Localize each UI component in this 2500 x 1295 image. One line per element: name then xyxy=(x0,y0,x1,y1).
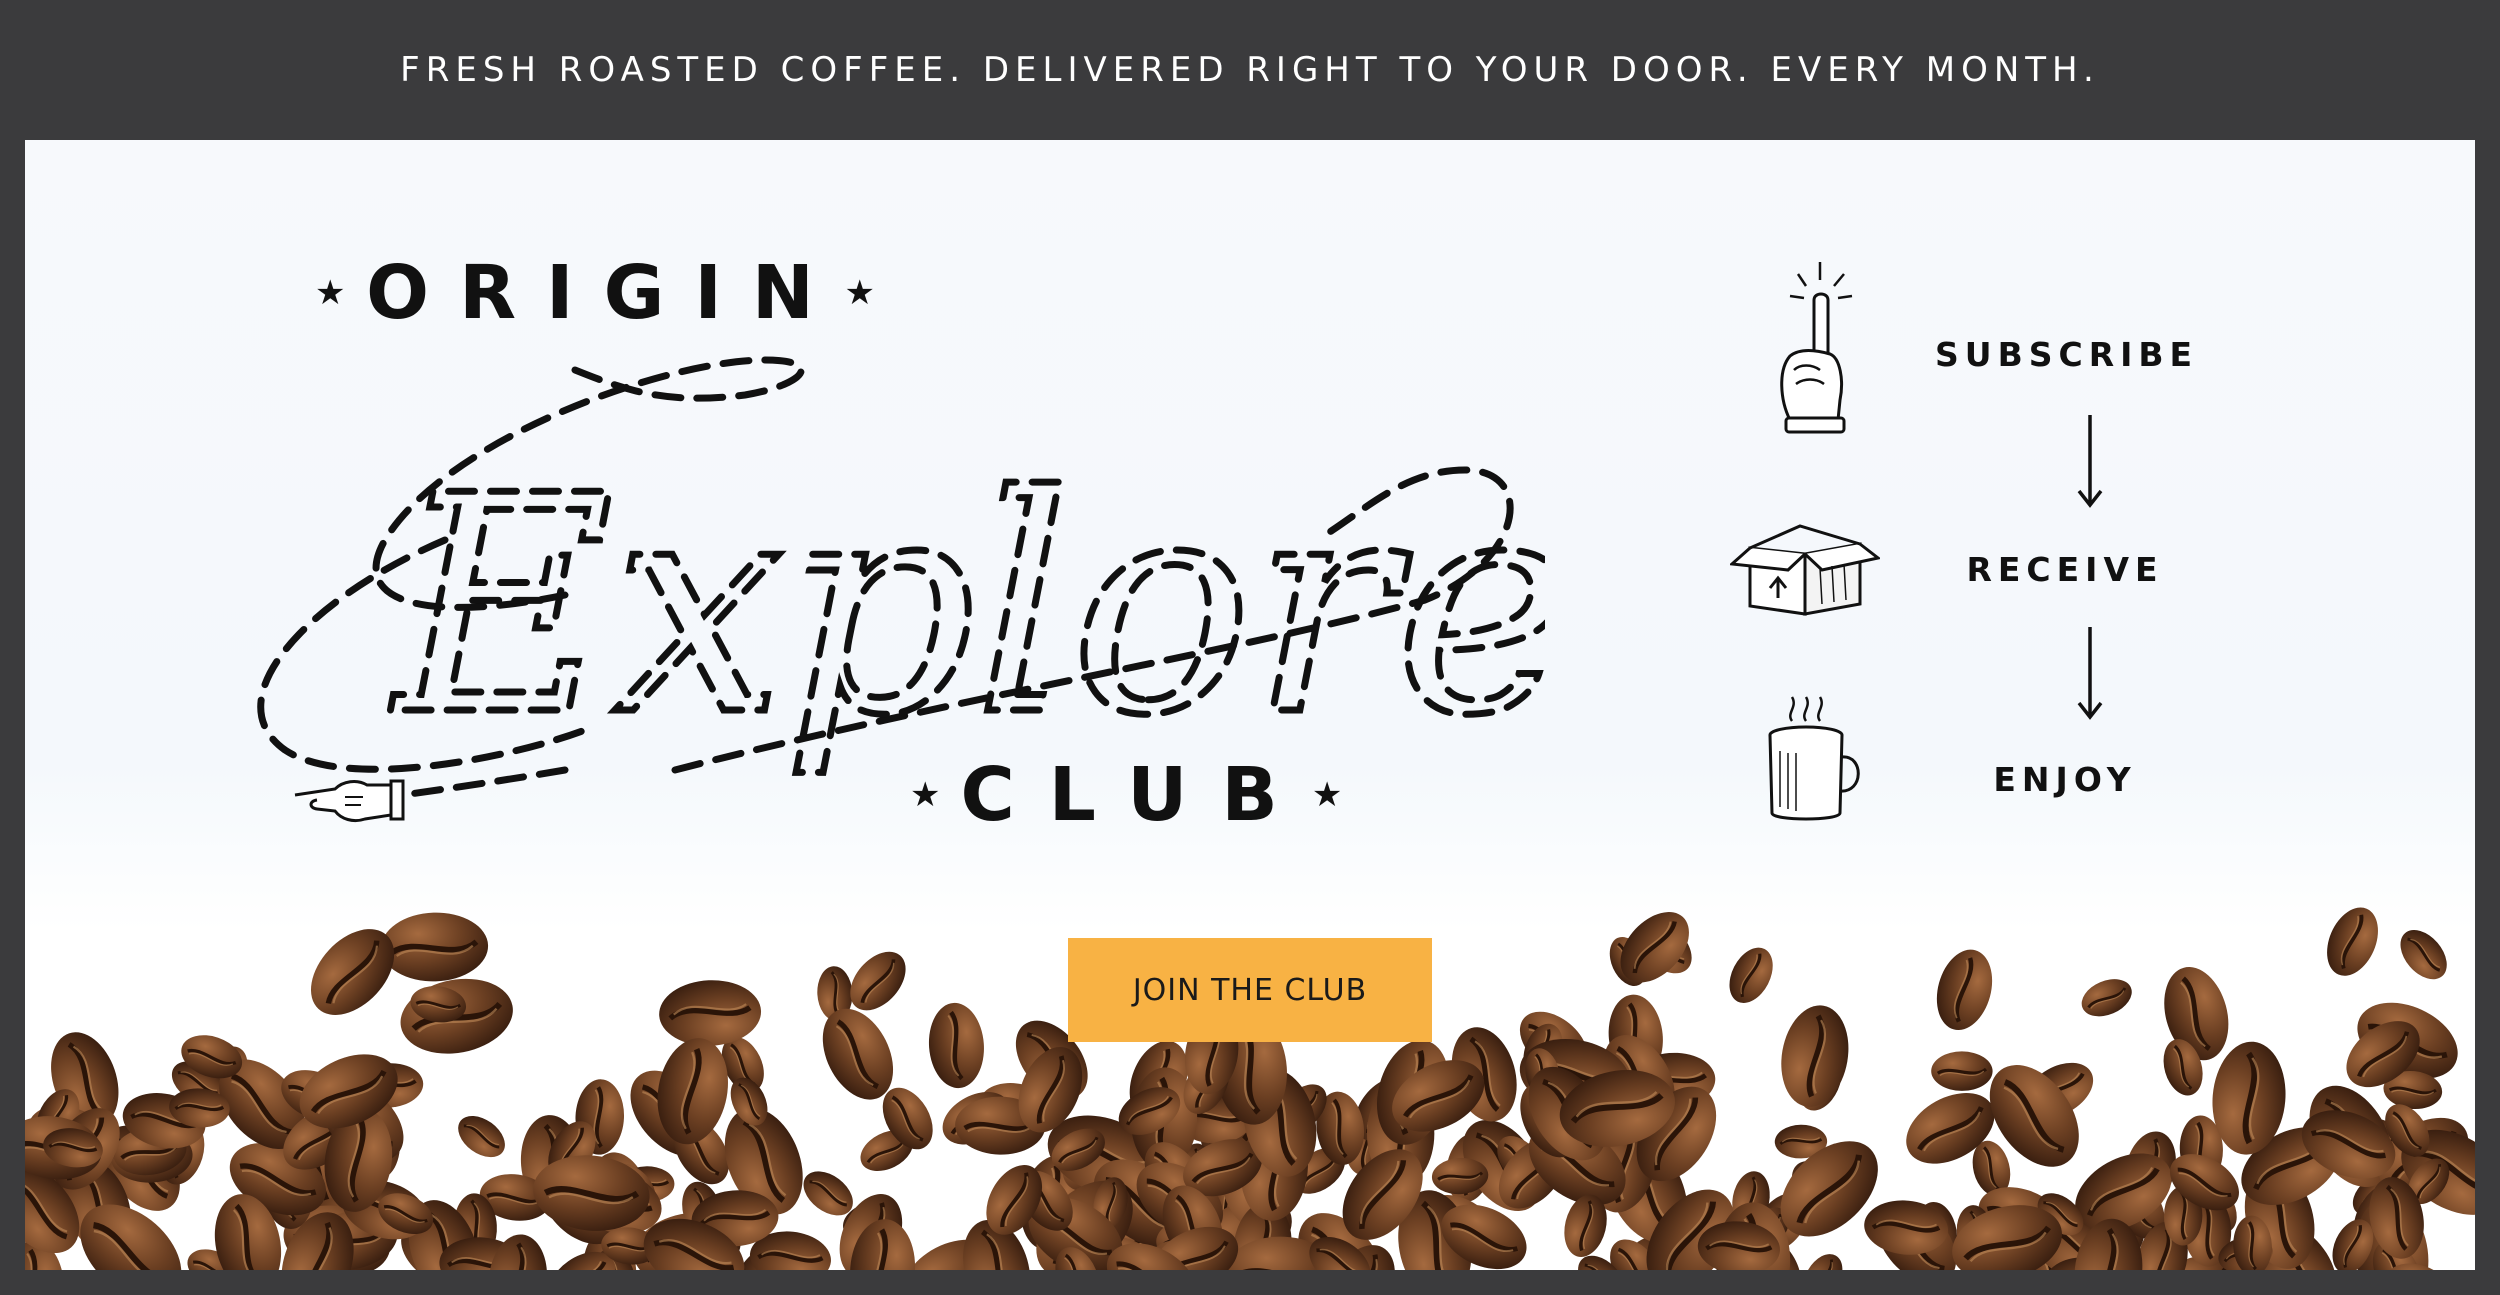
coffee-bean xyxy=(658,978,763,1048)
coffee-bean xyxy=(2074,970,2139,1025)
coffee-bean xyxy=(1929,1049,1995,1093)
promo-bar: FRESH ROASTED COFFEE. DELIVERED RIGHT TO… xyxy=(0,0,2500,140)
join-the-club-button[interactable]: JOIN THE CLUB xyxy=(1068,938,1432,1042)
page: FRESH ROASTED COFFEE. DELIVERED RIGHT TO… xyxy=(0,0,2500,1295)
coffee-bean xyxy=(2315,897,2390,986)
coffee-bean xyxy=(380,911,489,983)
star-icon: ★ xyxy=(844,273,875,313)
star-icon: ★ xyxy=(1311,775,1343,815)
coffee-bean xyxy=(1793,1245,1852,1270)
star-icon: ★ xyxy=(910,775,941,815)
coffee-bean xyxy=(1928,943,2000,1036)
pointing-hand-icon xyxy=(294,779,405,823)
coffee-mug-icon xyxy=(1768,696,1860,821)
pointing-finger-icon xyxy=(1780,262,1853,434)
hero-banner: ★ ORIGIN ★ Explorers ★ CLUB ★ xyxy=(25,140,2475,1270)
logo-script-word: Explorers xyxy=(390,432,1545,781)
coffee-bean xyxy=(1719,938,1784,1012)
step-enjoy: ENJOY xyxy=(1993,760,2137,799)
coffee-bean xyxy=(837,939,919,1023)
coffee-bean xyxy=(449,1106,515,1167)
promo-text: FRESH ROASTED COFFEE. DELIVERED RIGHT TO… xyxy=(400,50,2100,90)
coffee-bean xyxy=(2389,919,2458,990)
step-subscribe: SUBSCRIBE xyxy=(1935,335,2199,374)
box-icon xyxy=(1730,524,1880,616)
arrow-down-icon xyxy=(2077,415,2103,508)
star-icon: ★ xyxy=(315,273,346,313)
arrow-down-icon xyxy=(2077,627,2103,720)
coffee-bean xyxy=(926,1001,987,1090)
coffee-bean xyxy=(1774,1000,1856,1112)
logo-club: CLUB xyxy=(960,752,1312,838)
step-receive: RECEIVE xyxy=(1966,550,2164,589)
logo-bottom-line: ★ CLUB ★ xyxy=(910,752,1343,838)
